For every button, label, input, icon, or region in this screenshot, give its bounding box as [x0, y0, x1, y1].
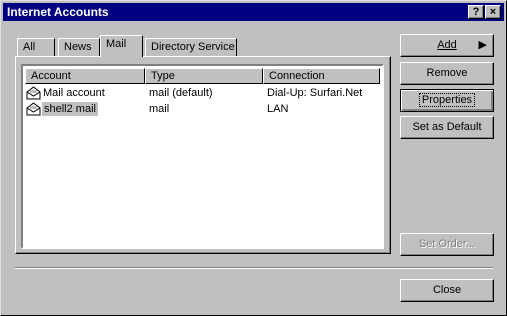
- account-name: Mail account: [43, 87, 105, 99]
- list-item-mail-account[interactable]: Mail account mail (default) Dial-Up: Sur…: [25, 86, 380, 102]
- column-header-connection[interactable]: Connection: [263, 68, 380, 84]
- set-order-button[interactable]: Set Order...: [400, 233, 494, 256]
- tab-directory-service[interactable]: Directory Service: [145, 38, 237, 56]
- list-item-shell2-mail[interactable]: shell2 mail mail LAN: [25, 102, 380, 118]
- mail-account-icon: [26, 102, 41, 116]
- properties-button[interactable]: Properties: [400, 89, 494, 112]
- account-type: mail (default): [149, 87, 213, 99]
- account-type: mail: [149, 103, 170, 115]
- account-connection: Dial-Up: Surfari.Net: [267, 87, 363, 99]
- separator: [15, 267, 493, 269]
- title-bar[interactable]: Internet Accounts ? ×: [3, 3, 504, 21]
- properties-button-label: Properties: [418, 93, 476, 107]
- set-as-default-label: Set as Default: [412, 121, 482, 133]
- internet-accounts-dialog: Internet Accounts ? × All News Mail Dire…: [0, 0, 507, 316]
- tab-news[interactable]: News: [58, 38, 100, 56]
- column-header-type[interactable]: Type: [145, 68, 263, 84]
- remove-button-label: Remove: [426, 67, 468, 79]
- set-order-label: Set Order...: [418, 238, 476, 250]
- mail-account-icon: [26, 86, 41, 100]
- help-button[interactable]: ?: [468, 5, 484, 19]
- arrow-right-icon: ▶: [478, 39, 487, 51]
- add-button-label: Add: [437, 39, 457, 51]
- tab-mail[interactable]: Mail: [100, 35, 143, 57]
- account-connection: LAN: [267, 103, 289, 115]
- close-window-button[interactable]: ×: [485, 5, 501, 19]
- column-header-account[interactable]: Account: [25, 68, 145, 84]
- accounts-list[interactable]: Account Type Connection Mail account mai…: [21, 64, 384, 249]
- add-button[interactable]: Add ▶: [400, 34, 494, 57]
- tab-all[interactable]: All: [17, 38, 55, 56]
- remove-button[interactable]: Remove: [400, 62, 494, 85]
- close-button[interactable]: Close: [400, 279, 494, 302]
- window-title: Internet Accounts: [7, 5, 109, 19]
- set-as-default-button[interactable]: Set as Default: [400, 116, 494, 139]
- account-name-selected: shell2 mail: [42, 102, 98, 116]
- close-button-label: Close: [432, 284, 462, 296]
